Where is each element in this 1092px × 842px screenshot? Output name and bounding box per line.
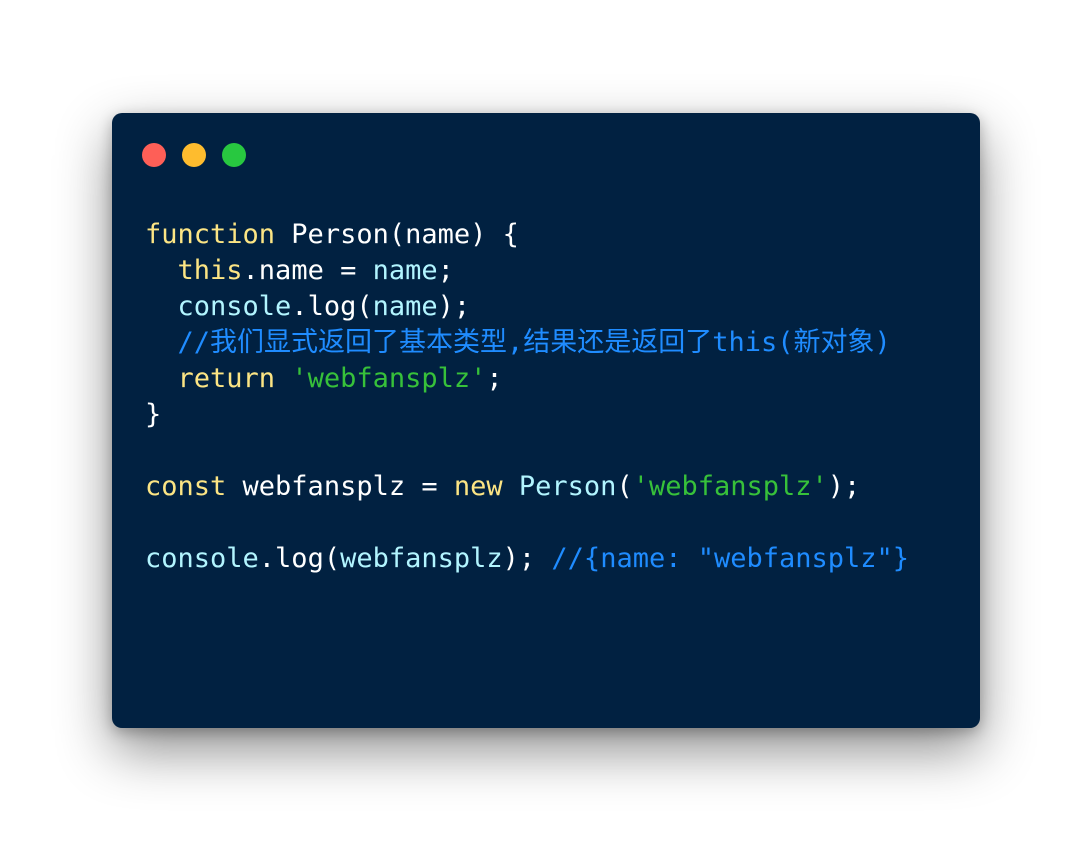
code-token-string: 'webfansplz' <box>291 363 487 394</box>
code-token-plain: .name = <box>242 255 373 286</box>
code-line: console.log(webfansplz); //{name: "webfa… <box>145 541 909 577</box>
code-line: this.name = name; <box>145 253 909 289</box>
maximize-dot[interactable] <box>222 143 246 167</box>
code-token-keyword: const <box>145 471 227 502</box>
code-token-plain: ; <box>437 255 454 286</box>
code-block: function Person(name) { this.name = name… <box>145 217 909 577</box>
code-token-keyword: function <box>145 219 276 250</box>
code-line: } <box>145 397 909 433</box>
code-token-plain: ; <box>486 363 503 394</box>
code-token-plain: } <box>145 399 162 430</box>
code-token-identifier: Person <box>518 471 617 502</box>
minimize-dot[interactable] <box>182 143 206 167</box>
code-token-identifier: name <box>372 291 438 322</box>
code-token-plain: ); <box>502 543 552 574</box>
code-token-identifier: console <box>145 543 259 574</box>
code-token-identifier: webfansplz <box>340 543 503 574</box>
code-token-plain: webfansplz = <box>226 471 454 502</box>
code-line: function Person(name) { <box>145 217 909 253</box>
code-token-comment: //{name: "webfansplz"} <box>551 543 910 574</box>
code-window: function Person(name) { this.name = name… <box>112 113 980 728</box>
code-token-keyword: new <box>453 471 503 502</box>
code-token-keyword: this <box>177 255 243 286</box>
window-titlebar <box>112 113 980 193</box>
code-token-plain: ( <box>616 471 633 502</box>
code-token-comment: //我们显式返回了基本类型,结果还是返回了this(新对象) <box>177 327 891 358</box>
close-dot[interactable] <box>142 143 166 167</box>
code-token-plain: ); <box>827 471 861 502</box>
code-line: return 'webfansplz'; <box>145 361 909 397</box>
code-token-plain: Person(name) { <box>275 219 519 250</box>
code-token-string: 'webfansplz' <box>632 471 828 502</box>
code-token-identifier: console <box>177 291 292 322</box>
code-token-keyword: return <box>177 363 276 394</box>
code-line: //我们显式返回了基本类型,结果还是返回了this(新对象) <box>145 325 909 361</box>
code-token-identifier: name <box>372 255 438 286</box>
code-token-plain: .log( <box>258 543 341 574</box>
code-line: const webfansplz = new Person('webfanspl… <box>145 469 909 505</box>
code-token-plain: ); <box>437 291 471 322</box>
code-token-plain: .log( <box>291 291 373 322</box>
code-line: console.log(name); <box>145 289 909 325</box>
